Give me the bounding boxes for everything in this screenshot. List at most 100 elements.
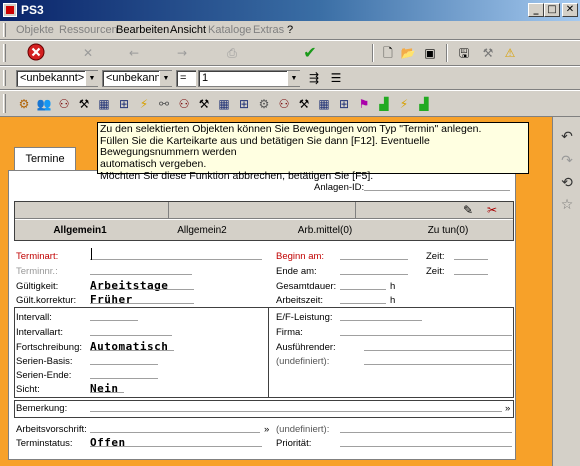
tools-icon[interactable]: ⚒ <box>478 43 498 63</box>
subtab-toolbar <box>15 202 513 219</box>
warning-icon[interactable]: ⚠ <box>500 43 520 63</box>
menu-objekte[interactable]: Objekte <box>16 24 54 36</box>
people-icon[interactable]: 👥 <box>34 94 54 114</box>
chevron-down-icon[interactable]: ▼ <box>159 71 172 86</box>
filter-combo-2[interactable]: <unbekannt> ▼ <box>102 70 172 87</box>
beginn-am-field[interactable] <box>340 259 408 260</box>
hammer3-icon[interactable]: ⚒ <box>294 94 314 114</box>
operator-combo[interactable]: = <box>176 70 196 87</box>
undefiniert-label-1: (undefiniert): <box>276 356 330 367</box>
arbeitsvorschrift-more-icon[interactable]: » <box>264 424 269 435</box>
group-icon[interactable]: ⚇ <box>54 94 74 114</box>
terminart-field[interactable] <box>90 259 262 260</box>
new-document-icon[interactable]: 🗋 <box>378 43 398 63</box>
gueltigkeit-value[interactable]: Arbeitstage <box>90 279 168 292</box>
ausfuehrender-field[interactable] <box>364 350 512 351</box>
menu-bearbeiten[interactable]: Bearbeiten <box>116 24 169 36</box>
gueltigkeit-korrektur-value[interactable]: Früher <box>90 293 133 306</box>
menu-ansicht[interactable]: Ansicht <box>170 24 206 36</box>
chevron-down-icon[interactable]: ▼ <box>85 71 98 86</box>
sicht-label: Sicht: <box>16 384 40 395</box>
open-folder-icon[interactable]: 📂 <box>398 43 418 63</box>
serien-ende-field[interactable] <box>90 378 158 379</box>
hammer2-icon[interactable]: ⚒ <box>194 94 214 114</box>
tools2-icon[interactable]: ⚙ <box>254 94 274 114</box>
forward-nav-icon[interactable]: ↷ <box>558 153 576 171</box>
back-arrow-icon[interactable]: ← <box>124 43 144 63</box>
group2-icon[interactable]: ⚇ <box>174 94 194 114</box>
filter-list-icon[interactable]: ☰ <box>326 68 346 88</box>
serien-basis-field[interactable] <box>90 364 158 365</box>
filter-combo-3-value: 1 <box>202 72 209 84</box>
screen3-icon[interactable]: ▦ <box>314 94 334 114</box>
minimize-button[interactable]: _ <box>528 3 544 17</box>
filter-apply-icon[interactable]: ⇶ <box>304 68 324 88</box>
network-save-icon[interactable]: 🖫 <box>454 43 474 63</box>
anlagen-id-label: Anlagen-ID: <box>314 182 365 193</box>
subtab-allgemein1[interactable]: Allgemein1 <box>40 223 120 240</box>
cancel-icon[interactable] <box>26 43 46 63</box>
history-icon[interactable]: ⟲ <box>558 175 576 193</box>
org-chart3-icon[interactable]: ⊞ <box>334 94 354 114</box>
undefiniert-field-2[interactable] <box>340 432 512 433</box>
arbeitszeit-field[interactable] <box>340 303 386 304</box>
intervall-field[interactable] <box>90 320 138 321</box>
app-icon <box>3 3 17 17</box>
ende-am-field[interactable] <box>340 274 408 275</box>
org-chart-icon[interactable]: ⊞ <box>114 94 134 114</box>
firma-field[interactable] <box>340 335 512 336</box>
org-chart2-icon[interactable]: ⊞ <box>234 94 254 114</box>
close-button[interactable]: ✕ <box>562 3 578 17</box>
link-icon[interactable]: ⚯ <box>154 94 174 114</box>
undefiniert-field-1[interactable] <box>364 364 512 365</box>
menu-extras[interactable]: Extras <box>253 24 284 36</box>
subtab-arbeitsmittel[interactable]: Arb.mittel(0) <box>280 223 370 240</box>
filter-combo-1[interactable]: <unbekannt> ▼ <box>16 70 98 87</box>
screen-icon[interactable]: ▦ <box>94 94 114 114</box>
subtab-zu-tun[interactable]: Zu tun(0) <box>408 223 488 240</box>
marker-icon[interactable]: ⚡ <box>394 94 414 114</box>
fortschreibung-value[interactable]: Automatisch <box>90 340 168 353</box>
chart2-icon[interactable]: ▟ <box>414 94 434 114</box>
zeit-begin-field[interactable] <box>454 259 488 260</box>
gesamtdauer-field[interactable] <box>340 289 386 290</box>
intervallart-field[interactable] <box>90 335 172 336</box>
operator-value: = <box>180 72 187 84</box>
screen2-icon[interactable]: ▦ <box>214 94 234 114</box>
print-icon[interactable]: ⎙ <box>222 43 242 63</box>
chart-icon[interactable]: ▟ <box>374 94 394 114</box>
maximize-button[interactable]: □ <box>544 3 560 17</box>
terminstatus-value[interactable]: Offen <box>90 436 126 449</box>
objects-icon[interactable]: ⚙ <box>14 94 34 114</box>
zeit-end-field[interactable] <box>454 274 488 275</box>
right-sidebar: ↶ ↷ ⟲ ☆ <box>552 117 580 466</box>
menu-ressourcen[interactable]: Ressourcen <box>59 24 118 36</box>
sicht-value[interactable]: Nein <box>90 382 119 395</box>
menu-help[interactable]: ? <box>287 24 293 36</box>
back-nav-icon[interactable]: ↶ <box>558 129 576 147</box>
group3-icon[interactable]: ⚇ <box>274 94 294 114</box>
prioritaet-field[interactable] <box>340 446 512 447</box>
undefiniert-label-2: (undefiniert): <box>276 424 330 435</box>
filter-combo-3[interactable]: 1 ▼ <box>198 70 300 87</box>
ef-leistung-field[interactable] <box>340 320 422 321</box>
lightning-icon[interactable]: ⚡ <box>134 94 154 114</box>
anlagen-id-field[interactable] <box>364 190 510 191</box>
flag-icon[interactable]: ⚑ <box>354 94 374 114</box>
favorite-star-icon[interactable]: ☆ <box>558 197 576 215</box>
edit-icon[interactable]: ✎ <box>458 200 478 220</box>
hammer-icon[interactable]: ⚒ <box>74 94 94 114</box>
bemerkung-more-icon[interactable]: » <box>505 403 510 414</box>
menu-kataloge[interactable]: Kataloge <box>208 24 251 36</box>
tab-termine[interactable]: Termine <box>14 147 76 171</box>
delete-icon[interactable]: ✕ <box>78 43 98 63</box>
arbeitsvorschrift-field[interactable] <box>90 432 260 433</box>
subtab-allgemein2[interactable]: Allgemein2 <box>162 223 242 240</box>
bemerkung-field[interactable] <box>90 411 502 412</box>
terminnr-field[interactable] <box>90 274 192 275</box>
window-icon[interactable]: ▣ <box>420 43 440 63</box>
chevron-down-icon[interactable]: ▼ <box>287 71 300 86</box>
remove-icon[interactable]: ✂ <box>482 200 502 220</box>
confirm-checkmark-icon[interactable]: ✔ <box>300 43 320 63</box>
forward-arrow-icon[interactable]: → <box>172 43 192 63</box>
